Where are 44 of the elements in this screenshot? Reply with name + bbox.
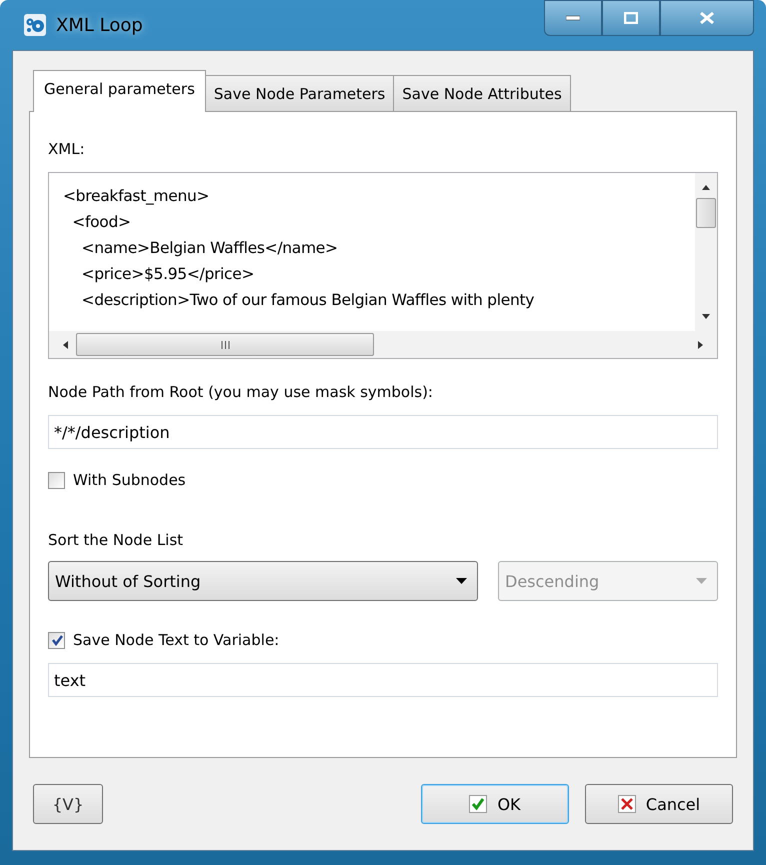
left-arrow-icon — [63, 340, 68, 348]
dropdown-arrow-icon — [696, 578, 707, 584]
code-line: <price>$5.95</price> — [80, 264, 256, 285]
scroll-thumb[interactable] — [696, 198, 716, 228]
horizontal-scrollbar[interactable] — [49, 331, 717, 358]
right-arrow-icon — [698, 340, 703, 348]
sort-dropdown[interactable]: Without of Sorting — [48, 561, 478, 601]
vertical-scrollbar[interactable] — [695, 173, 717, 331]
tab[interactable]: General parameters — [33, 70, 206, 112]
xml-label: XML: — [48, 140, 86, 158]
gears-icon — [24, 14, 46, 36]
scroll-thumb[interactable] — [76, 333, 374, 356]
sort-label: Sort the Node List — [48, 531, 184, 549]
code-line: <name>Belgian Waffles</name> — [80, 238, 339, 259]
xml-editor[interactable]: <breakfast_menu> <food> <name>Belgian Waffles</name> <price>$5.95</price> <description>Two of our famous Belgian Waffles with plenty — [48, 172, 718, 359]
tab[interactable]: Save Node Parameters — [204, 75, 394, 111]
code-line: <breakfast_menu> — [63, 186, 210, 207]
tab[interactable]: Save Node Attributes — [393, 75, 571, 111]
up-arrow-icon — [702, 185, 710, 190]
variable-field[interactable]: text — [48, 663, 718, 697]
checkbox[interactable] — [48, 472, 65, 488]
code-line: <food> — [71, 212, 132, 233]
grip-icon — [220, 340, 230, 348]
variables-button[interactable]: {V} — [33, 784, 103, 824]
close-button[interactable] — [660, 0, 754, 36]
cancel-button[interactable]: Cancel — [585, 784, 733, 824]
close-icon — [700, 12, 714, 24]
close-icon — [618, 795, 636, 813]
checkbox-label: With Subnodes — [73, 471, 186, 489]
dropdown-arrow-icon — [456, 578, 467, 584]
ok-button[interactable]: OK — [421, 784, 569, 824]
checkbox-label: Save Node Text to Variable: — [73, 631, 280, 649]
node-path-label: Node Path from Root (you may use mask symbols): — [48, 383, 434, 401]
checkbox[interactable] — [48, 632, 65, 648]
minimize-button[interactable] — [544, 0, 602, 36]
check-icon — [50, 634, 62, 646]
checkmark-icon — [469, 795, 488, 813]
minimize-icon — [566, 15, 580, 21]
down-arrow-icon — [702, 314, 710, 319]
code-line: <description>Two of our famous Belgian Waffles with plenty — [80, 290, 536, 311]
node-path-field[interactable]: */*/description — [48, 415, 718, 449]
maximize-button[interactable] — [602, 0, 660, 36]
window-title: XML Loop — [56, 14, 143, 36]
maximize-icon — [624, 12, 638, 24]
